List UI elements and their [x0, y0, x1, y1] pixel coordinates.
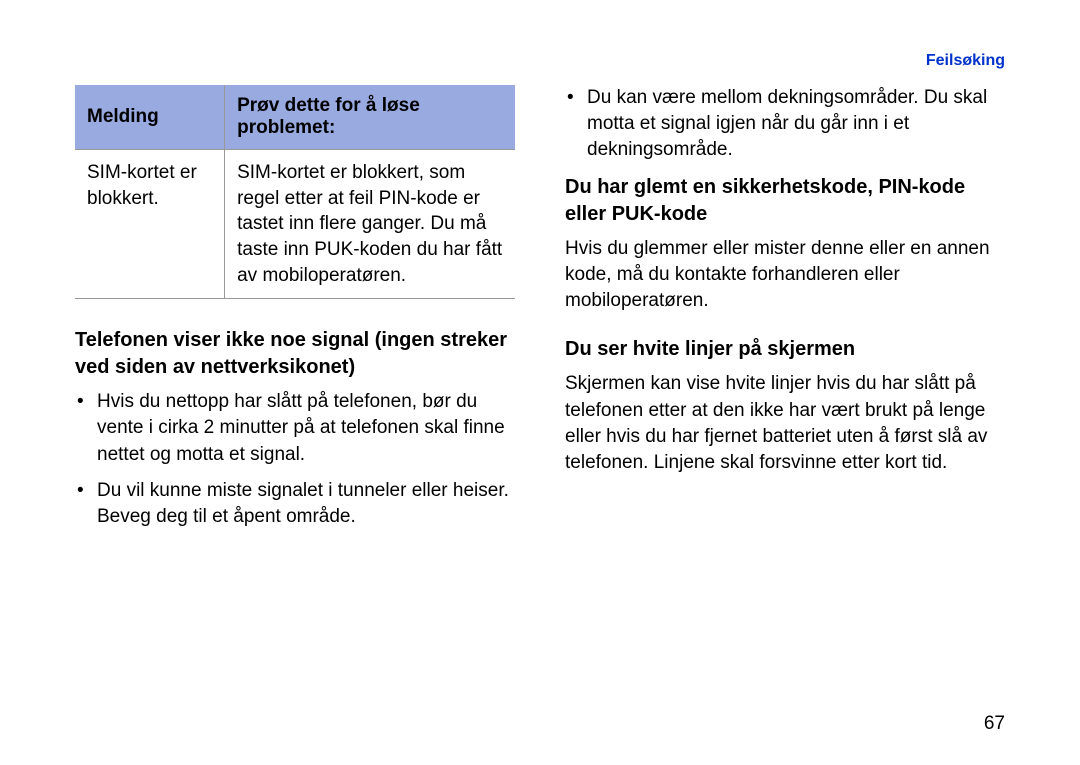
section-header: Feilsøking: [926, 52, 1005, 70]
paragraph: Skjermen kan vise hvite linjer hvis du h…: [565, 371, 1005, 476]
left-column: Melding Prøv dette for å løse problemet:…: [75, 85, 515, 540]
bullet-list: Hvis du nettopp har slått på telefonen, …: [75, 389, 515, 530]
bullet-list: Du kan være mellom dekningsområder. Du s…: [565, 85, 1005, 164]
content-columns: Melding Prøv dette for å løse problemet:…: [75, 85, 1005, 540]
list-item: Du kan være mellom dekningsområder. Du s…: [587, 85, 1005, 164]
table-row: SIM-kortet er blokkert. SIM-kortet er bl…: [75, 150, 515, 299]
table-cell-solution: SIM-kortet er blokkert, som regel etter …: [225, 150, 515, 299]
paragraph: Hvis du glemmer eller mister denne eller…: [565, 236, 1005, 315]
section-heading-white-lines: Du ser hvite linjer på skjermen: [565, 336, 1005, 363]
section-heading-forgot-code: Du har glemt en sikkerhetskode, PIN-kode…: [565, 174, 1005, 228]
table-header-message: Melding: [75, 85, 225, 150]
page-number: 67: [984, 713, 1005, 735]
troubleshooting-table: Melding Prøv dette for å løse problemet:…: [75, 85, 515, 299]
table-cell-message: SIM-kortet er blokkert.: [75, 150, 225, 299]
list-item: Du vil kunne miste signalet i tunneler e…: [97, 478, 515, 530]
table-header-solution: Prøv dette for å løse problemet:: [225, 85, 515, 150]
right-column: Du kan være mellom dekningsområder. Du s…: [565, 85, 1005, 540]
section-heading-no-signal: Telefonen viser ikke noe signal (ingen s…: [75, 327, 515, 381]
list-item: Hvis du nettopp har slått på telefonen, …: [97, 389, 515, 468]
